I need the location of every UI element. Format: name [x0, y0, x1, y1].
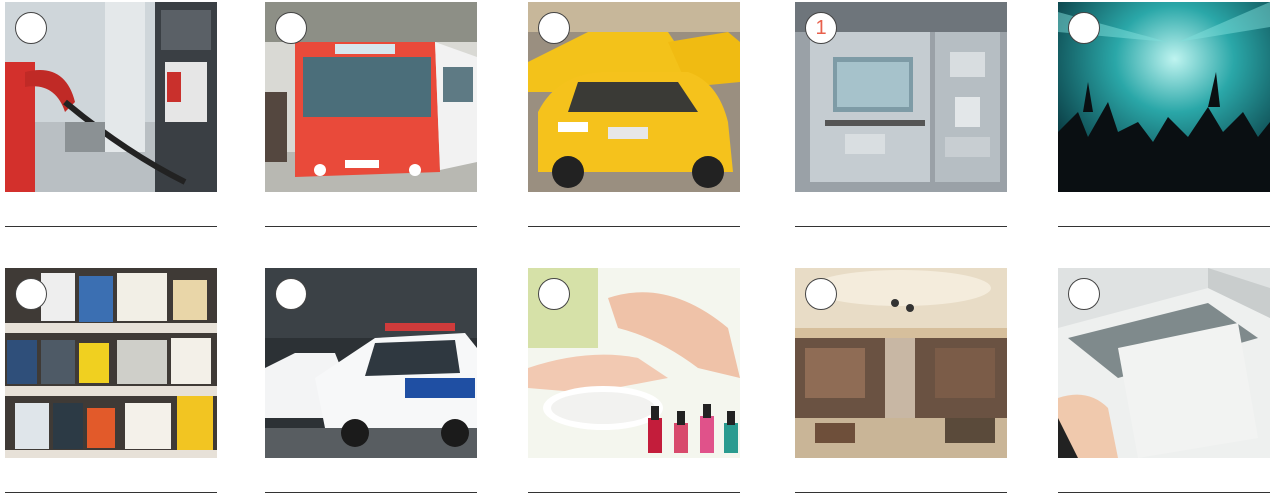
answer-number-circle [15, 12, 47, 44]
answer-line[interactable] [1058, 226, 1270, 227]
answer-number-circle [538, 278, 570, 310]
answer-number-circle [805, 278, 837, 310]
exercise-item-1 [5, 2, 217, 230]
exercise-item-4: 1 [795, 2, 1007, 230]
exercise-item-10 [1058, 268, 1270, 496]
answer-line[interactable] [265, 226, 477, 227]
answer-line[interactable] [5, 492, 217, 493]
exercise-item-9 [795, 268, 1007, 496]
exercise-item-7 [265, 268, 477, 496]
answer-number-circle: 1 [805, 12, 837, 44]
answer-line[interactable] [528, 492, 740, 493]
answer-line[interactable] [795, 492, 1007, 493]
answer-line[interactable] [528, 226, 740, 227]
answer-line[interactable] [5, 226, 217, 227]
answer-line[interactable] [265, 492, 477, 493]
answer-number-circle [538, 12, 570, 44]
answer-number-circle [275, 12, 307, 44]
answer-number-circle [275, 278, 307, 310]
exercise-item-2 [265, 2, 477, 230]
exercise-item-8 [528, 268, 740, 496]
exercise-item-5 [1058, 2, 1270, 230]
answer-number-circle [1068, 278, 1100, 310]
answer-line[interactable] [1058, 492, 1270, 493]
answer-line[interactable] [795, 226, 1007, 227]
answer-number-circle [1068, 12, 1100, 44]
answer-number-circle [15, 278, 47, 310]
exercise-item-6 [5, 268, 217, 496]
exercise-item-3 [528, 2, 740, 230]
